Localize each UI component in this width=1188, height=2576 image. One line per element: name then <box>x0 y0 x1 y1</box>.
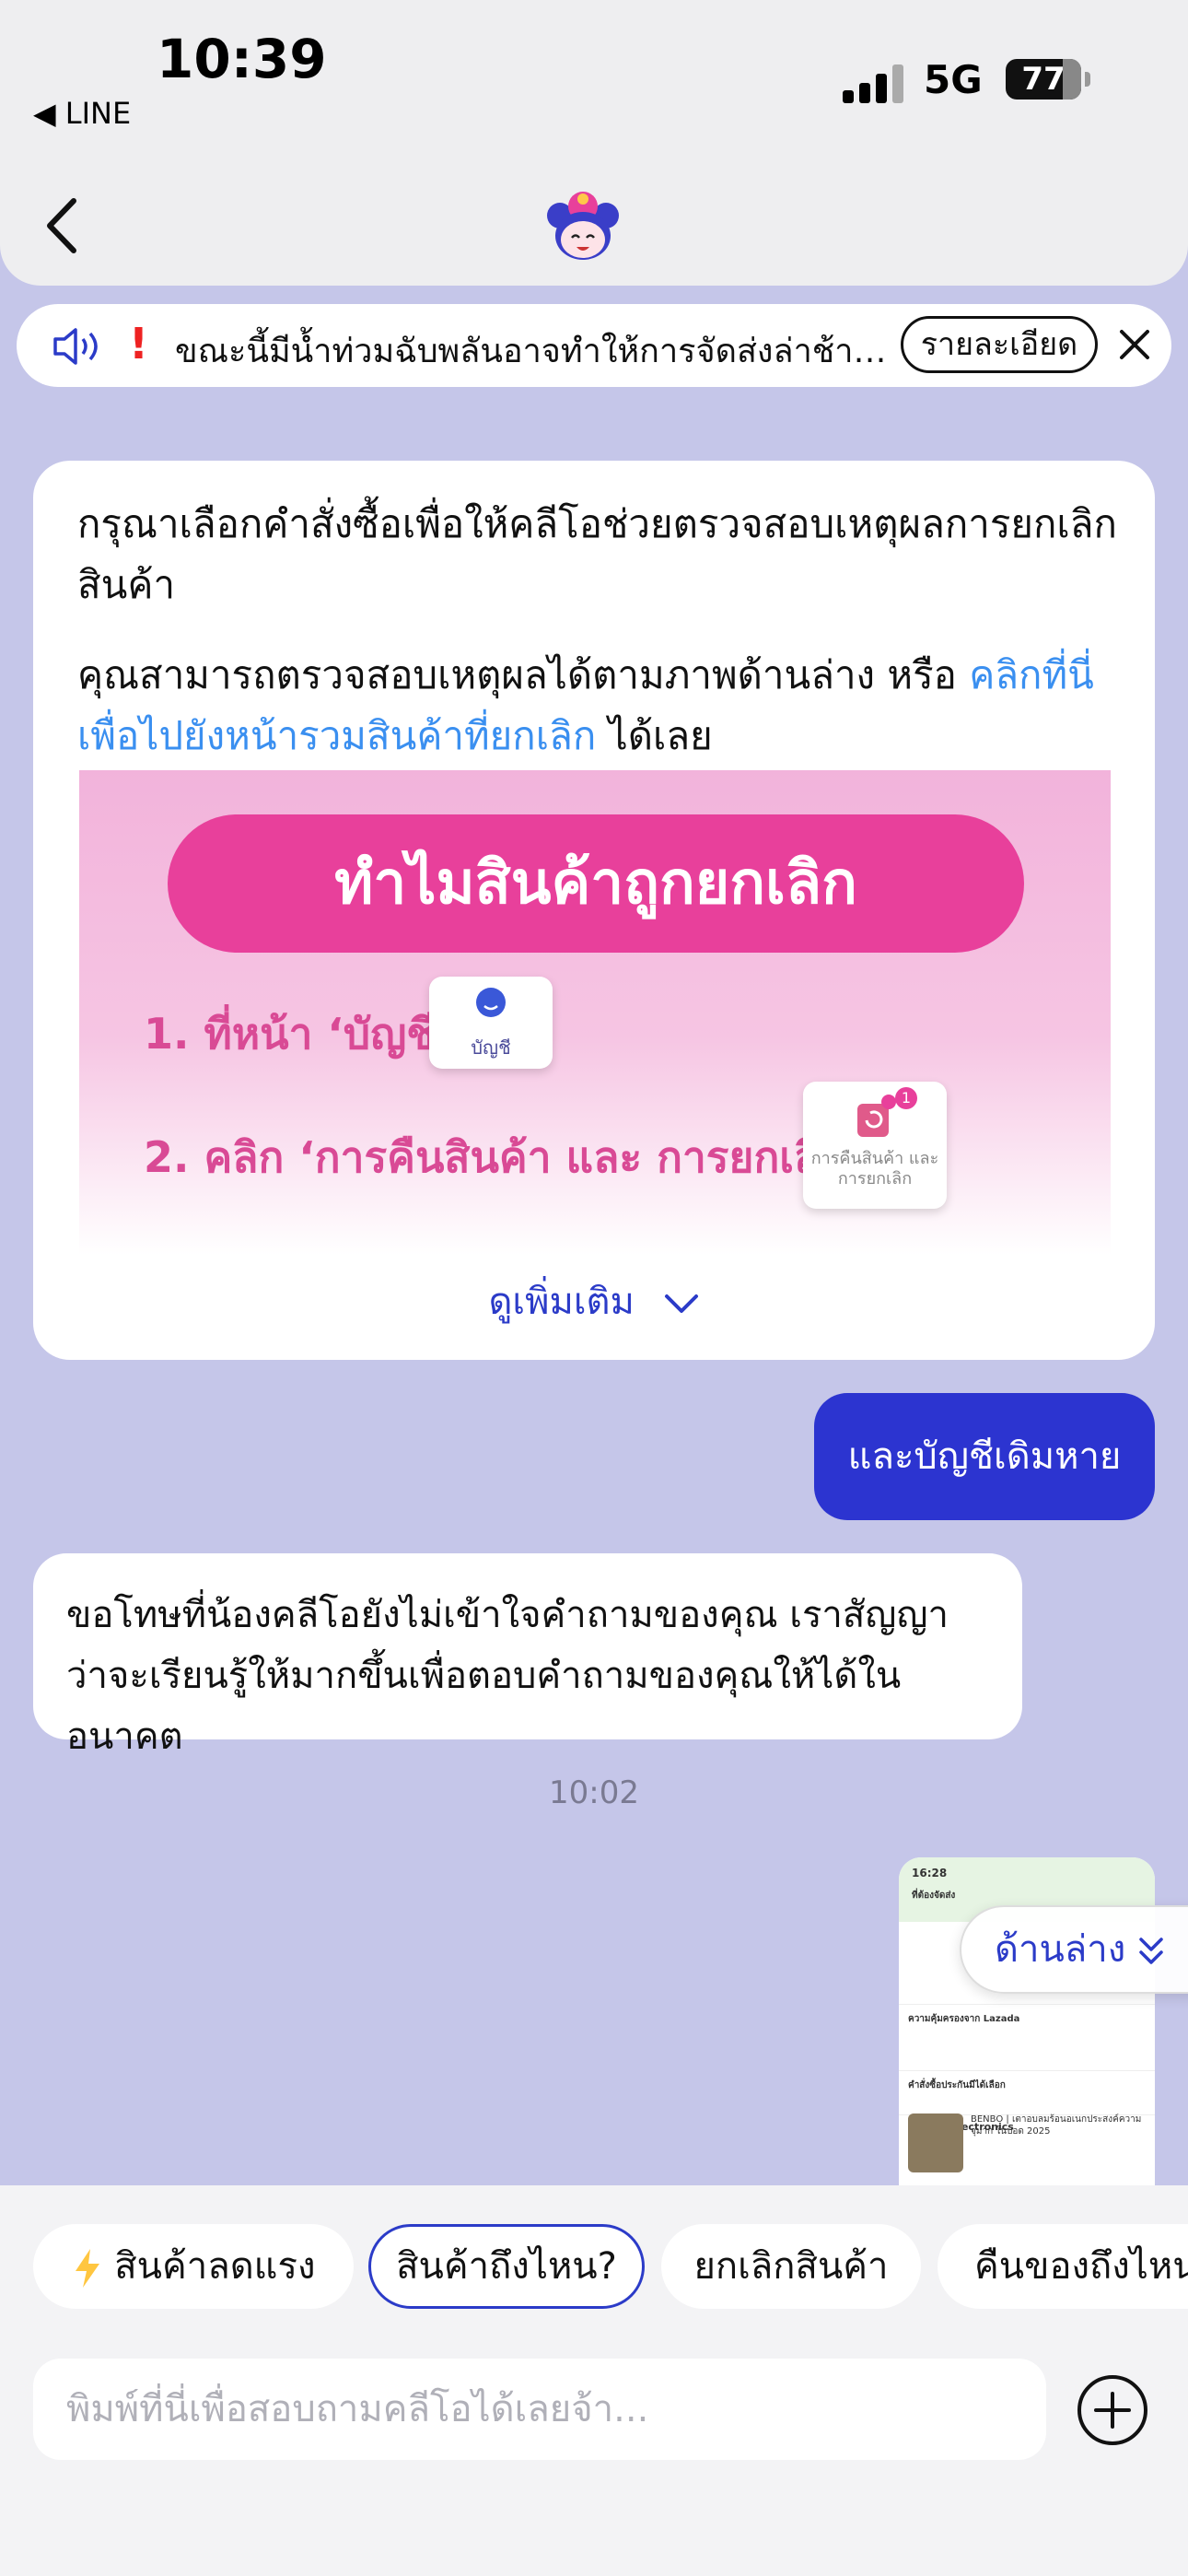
paragraph-2-prefix: คุณสามารถตรวจสอบเหตุผลได้ตามภาพด้านล่าง … <box>77 652 970 697</box>
battery-level: 77 <box>1021 61 1066 98</box>
bot-message-card: กรุณาเลือกคำสั่งซื้อเพื่อให้คลีโอช่วยตรว… <box>33 461 1155 1360</box>
returns-tile-label: การคืนสินค้า และ การยกเลิก <box>810 1149 939 1188</box>
bot-card-paragraph-2: คุณสามารถตรวจสอบเหตุผลได้ตามภาพด้านล่าง … <box>77 645 1118 767</box>
paragraph-2-suffix: ได้เลย <box>596 713 713 758</box>
message-input[interactable]: พิมพ์ที่นี่เพื่อสอบถามคลีโอได้เลยจ้า... <box>33 2359 1046 2460</box>
close-icon[interactable] <box>1114 324 1155 365</box>
returns-tile: 1 การคืนสินค้า และ การยกเลิก <box>803 1082 947 1209</box>
thumbnail-time: 16:28 <box>912 1867 948 1879</box>
guide-title: ทำไมสินค้าถูกยกเลิก <box>168 814 1024 953</box>
signal-icon <box>843 64 903 103</box>
chevron-down-icon <box>664 1294 698 1313</box>
quick-reply-label: สินค้าลดแรง <box>114 2245 316 2288</box>
mascot-icon <box>547 192 619 260</box>
thumbnail-row-2: คำสั่งซื้อประกันมีได้เลือก <box>908 2080 1006 2090</box>
bot-reply-bubble: ขอโทษที่น้องคลีโอยังไม่เข้าใจคำถามของคุณ… <box>33 1553 1022 1758</box>
guide-step-1: 1. ที่หน้า ‘บัญชี’ <box>144 1009 451 1059</box>
back-icon[interactable] <box>37 193 88 258</box>
notice-message: ขณะนี้มีน้ำท่วมฉับพลันอาจทำให้การจัดส่งล… <box>175 333 903 370</box>
user-message-bubble: และบัญชีเดิมหาย <box>814 1393 1155 1520</box>
account-tile: บัญชี <box>429 977 553 1069</box>
status-time: 10:39 <box>157 28 327 90</box>
notice-banner: ! ขณะนี้มีน้ำท่วมฉับพลันอาจทำให้การจัดส่… <box>17 304 1171 387</box>
network-label: 5G <box>924 57 983 102</box>
thumbnail-product-image <box>908 2113 963 2172</box>
quick-reply-chip[interactable]: สินค้าถึงไหน? <box>368 2224 645 2309</box>
quick-reply-chip[interactable]: คืนของถึงไหน <box>938 2224 1188 2309</box>
battery-icon: 77 <box>1006 59 1090 100</box>
thumbnail-row-1: ความคุ้มครองจาก Lazada <box>908 2014 1020 2024</box>
notice-detail-button[interactable]: รายละเอียด <box>901 316 1098 373</box>
quick-reply-chip[interactable]: ยกเลิกสินค้า <box>661 2224 921 2309</box>
header: 10:39 ◀ LINE 5G 77 <box>0 0 1188 286</box>
bot-card-paragraph-1: กรุณาเลือกคำสั่งซื้อเพื่อให้คลีโอช่วยตรว… <box>77 501 1117 607</box>
back-to-line-link[interactable]: ◀ LINE <box>33 96 131 131</box>
lightning-icon <box>75 2249 99 2288</box>
see-more-button[interactable]: ดูเพิ่มเติม <box>33 1271 1155 1330</box>
bottom-bar: สินค้าลดแรง สินค้าถึงไหน? ยกเลิกสินค้า ค… <box>0 2185 1188 2576</box>
thumbnail-product: BENBO | เตาอบลมร้อนอเนกประสงค์ความจุมาก … <box>971 2114 1142 2137</box>
exclamation-icon: ! <box>129 319 148 369</box>
cancellation-guide-image[interactable]: ทำไมสินค้าถูกยกเลิก 1. ที่หน้า ‘บัญชี’ บ… <box>79 770 1111 1255</box>
account-tile-label: บัญชี <box>471 1036 511 1059</box>
scroll-to-bottom-label: ด้านล่าง <box>995 1928 1126 1971</box>
account-icon <box>476 988 506 1017</box>
message-timestamp: 10:02 <box>549 1774 639 1811</box>
scroll-to-bottom-button[interactable]: ด้านล่าง <box>960 1905 1188 1994</box>
returns-badge: 1 <box>895 1087 917 1109</box>
thumbnail-title: ที่ต้องจัดส่ง <box>912 1891 956 1901</box>
see-more-label: ดูเพิ่มเติม <box>488 1281 635 1323</box>
double-chevron-down-icon <box>1139 1938 1163 1964</box>
thumbnail-row: ความคุ้มครองจาก Lazada <box>899 2005 1155 2071</box>
guide-step-2: 2. คลิก ‘การคืนสินค้า และ การยกเลิก’ <box>144 1132 862 1182</box>
quick-reply-chip[interactable]: สินค้าลดแรง <box>33 2224 354 2309</box>
returns-bag-icon <box>857 1095 896 1137</box>
speaker-icon <box>53 328 98 365</box>
thumbnail-row: คำสั่งซื้อประกันมีได้เลือก <box>899 2071 1155 2115</box>
plus-icon[interactable] <box>1076 2373 1149 2447</box>
